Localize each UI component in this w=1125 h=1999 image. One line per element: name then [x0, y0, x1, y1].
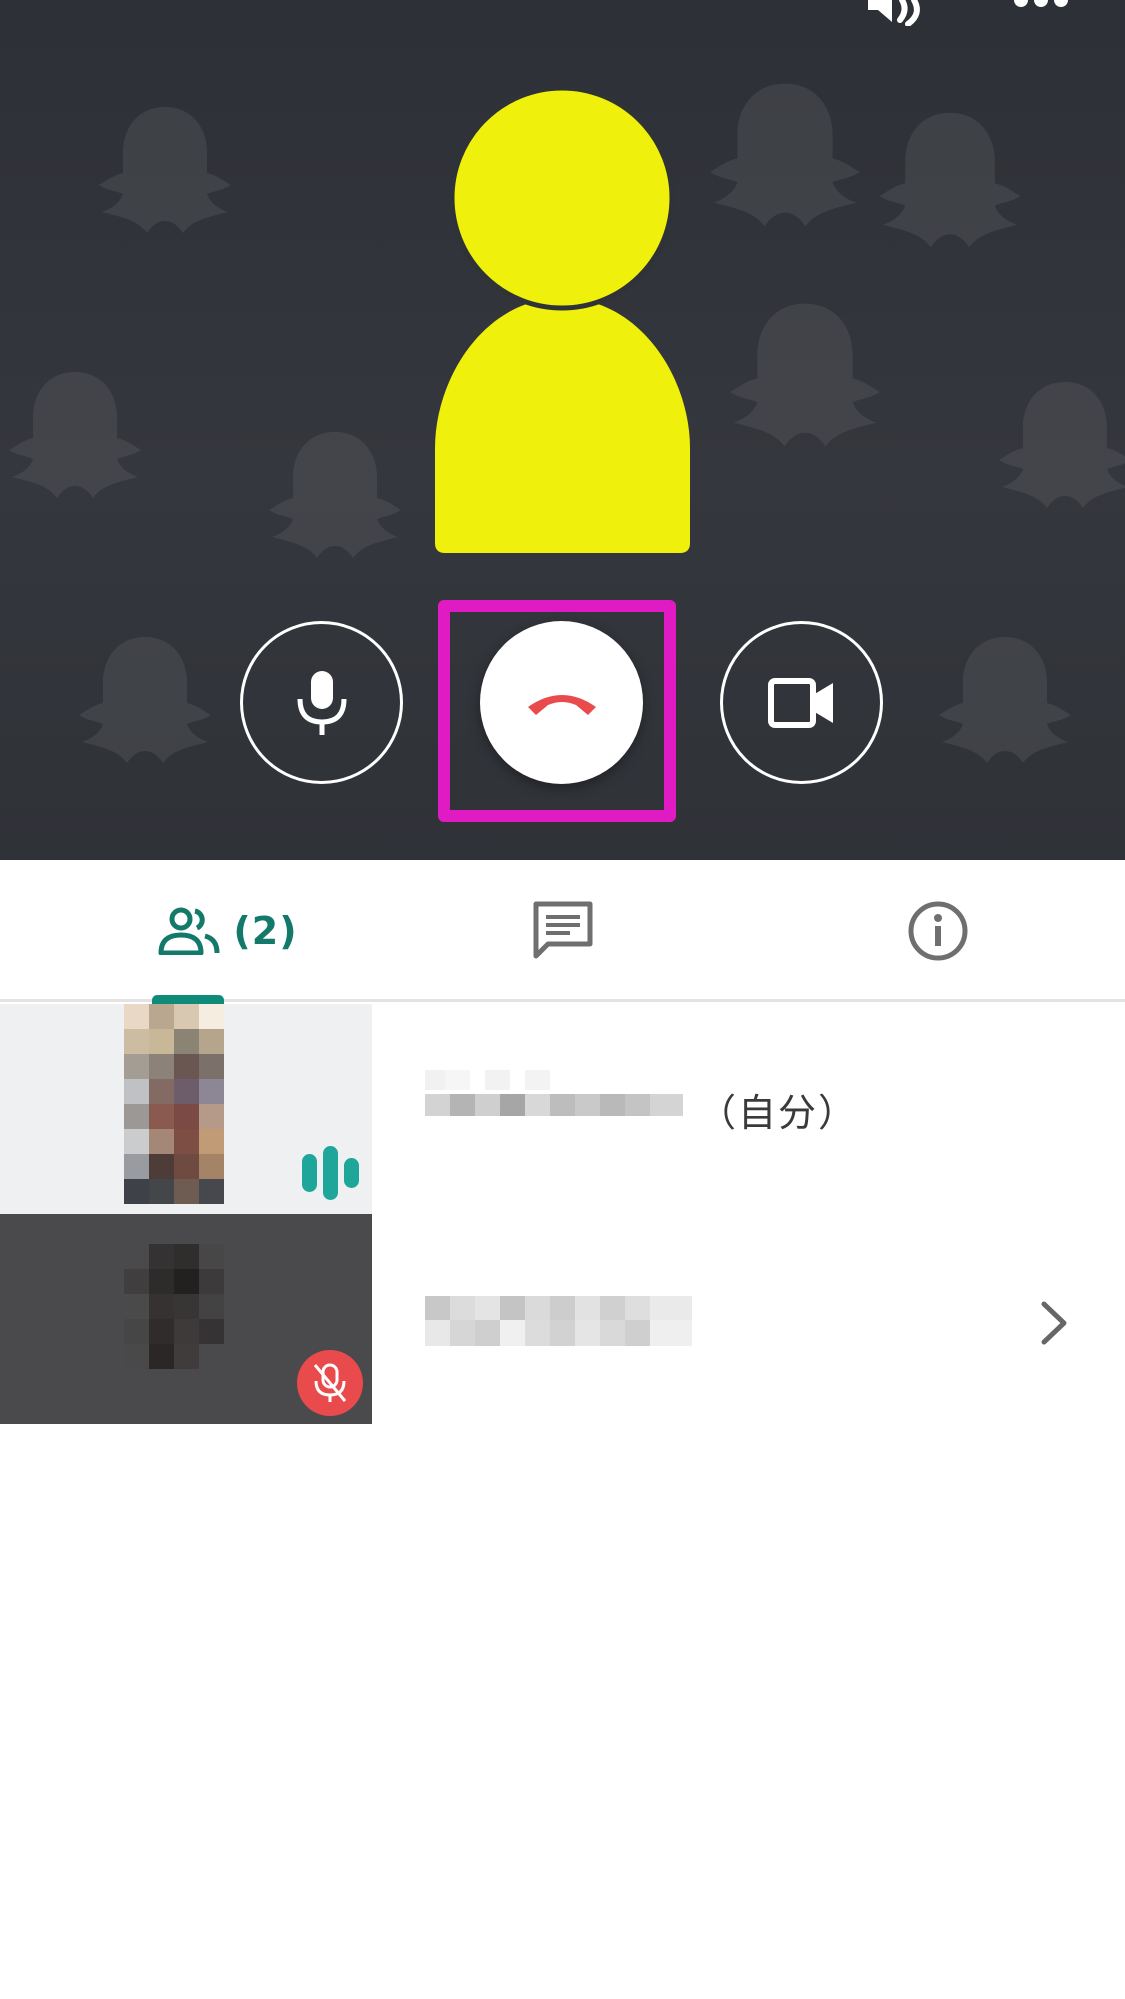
more-options-icon[interactable]	[1013, 0, 1069, 12]
user-avatar-silhouette	[435, 88, 690, 553]
tab-info[interactable]	[875, 860, 1000, 1002]
chat-icon	[533, 901, 592, 959]
tab-bar: (2)	[0, 860, 1125, 1002]
tab-chat[interactable]	[500, 860, 625, 1002]
info-icon	[908, 901, 967, 961]
ghost-pattern-icon	[879, 112, 1021, 248]
ghost-pattern-icon	[730, 303, 880, 447]
ghost-pattern-icon	[999, 382, 1125, 508]
speaker-icon[interactable]	[862, 0, 932, 26]
microphone-icon	[297, 670, 346, 735]
speaking-indicator-icon	[302, 1146, 359, 1200]
blurred-name	[425, 1070, 683, 1116]
participant-video-thumbnail	[0, 1214, 372, 1424]
mic-off-icon	[313, 1363, 347, 1402]
pixelated-video	[124, 1004, 224, 1204]
call-stage	[0, 0, 1125, 860]
ghost-pattern-icon	[9, 372, 141, 498]
participant-count: (2)	[233, 909, 298, 953]
ghost-pattern-icon	[710, 83, 860, 227]
chevron-right-icon[interactable]	[1036, 1300, 1072, 1346]
tab-people[interactable]: (2)	[140, 860, 315, 1002]
participant-video-thumbnail	[0, 1004, 372, 1214]
ghost-pattern-icon	[269, 432, 401, 558]
active-tab-indicator	[152, 995, 224, 1004]
people-icon	[158, 907, 220, 955]
participant-row-self[interactable]: （自分）	[0, 1004, 1125, 1214]
self-label: （自分）	[698, 1091, 859, 1135]
ghost-pattern-icon	[79, 637, 211, 763]
pixelated-video	[124, 1244, 224, 1369]
video-camera-icon	[767, 677, 833, 728]
ghost-pattern-icon	[99, 107, 231, 233]
toggle-video-button[interactable]	[720, 621, 883, 784]
highlight-box	[438, 600, 676, 822]
participant-row[interactable]	[0, 1214, 1125, 1424]
blurred-name	[425, 1296, 692, 1346]
ghost-pattern-icon	[939, 637, 1071, 763]
muted-indicator	[297, 1350, 363, 1416]
mute-microphone-button[interactable]	[240, 621, 403, 784]
